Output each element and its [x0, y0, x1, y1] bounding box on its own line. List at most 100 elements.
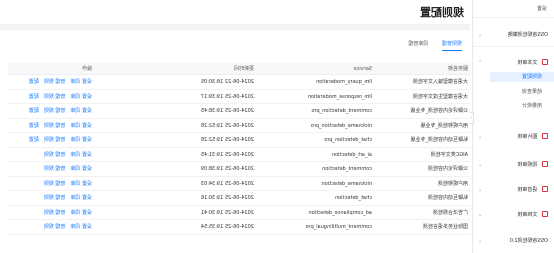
table-row: 大语言模型输入文字检测 llm_query_moderation 2024-06-2… — [8, 75, 470, 90]
row-action-link[interactable]: 设置 词库 — [70, 181, 92, 187]
table-row: 公聊评论内容检测 comment_detection 2024-06-25 19:3… — [8, 162, 470, 177]
column-header-updated: 更新时间 — [233, 66, 254, 72]
service-id-cell: ad_compliance_detection — [308, 209, 372, 216]
row-action-link[interactable]: 设置 词库 — [70, 108, 92, 114]
row-action-link[interactable]: 配置 — [29, 123, 39, 129]
service-name-cell: 广告法合规检测 — [432, 209, 468, 216]
row-action-link[interactable]: 设置 词库 — [70, 137, 92, 143]
actions-cell: 设置 词库管理 规则 — [8, 177, 92, 192]
chevron-down-icon: ⌄ — [478, 162, 483, 168]
table-row: AIGC类文字检测 ai_art_detection 2024-06-25 19:3… — [8, 147, 470, 163]
row-action-link[interactable]: 设置 词库 — [70, 166, 92, 172]
service-id-cell: llm_query_moderation — [316, 79, 372, 85]
sidebar-item-document-moderation[interactable]: 文档审核 ⌄ — [472, 208, 554, 222]
table-body: 大语言模型输入文字检测 llm_query_moderation 2024-06-2… — [8, 75, 470, 235]
row-action-link[interactable]: 设置 词库 — [70, 195, 92, 201]
row-action-link[interactable]: 设置 词库 — [70, 94, 92, 100]
table-row: 国际业务多语言检测 comment_multilingual_pro 2024-06… — [8, 220, 470, 235]
actions-cell: 设置 词库管理 规则 — [8, 220, 92, 235]
row-action-link[interactable]: 管理 规则 — [44, 137, 66, 143]
service-name-cell: 私聊互动内容检测 — [427, 195, 468, 201]
sidebar-divider — [472, 46, 554, 47]
row-action-link[interactable]: 管理 规则 — [44, 79, 66, 85]
updated-time-cell: 2024-06-25 19:30:16 — [200, 195, 254, 201]
row-action-link[interactable]: 管理 规则 — [44, 94, 66, 100]
chevron-down-icon: ⌄ — [478, 187, 483, 193]
updated-time-cell: 2024-06-25 19:38:45 — [200, 108, 254, 114]
row-action-link[interactable]: 管理 规则 — [44, 152, 66, 158]
actions-cell: 设置 词库管理 规则配置 — [8, 104, 92, 119]
actions-cell: 设置 词库管理 规则配置 — [8, 133, 92, 148]
chevron-up-icon: ⌃ — [478, 60, 483, 66]
actions-cell: 设置 词库管理 规则配置 — [8, 75, 92, 90]
service-name-cell: AIGC类文字检测 — [430, 151, 468, 158]
row-action-link[interactable]: 设置 词库 — [70, 123, 92, 129]
service-name-cell: 用户昵称检测_专业版 — [420, 122, 468, 129]
table-row: 公聊评论内容检测_专业版 comment_detection_pro 2024-06… — [8, 104, 470, 119]
row-action-link[interactable]: 管理 规则 — [44, 181, 66, 187]
service-id-cell: comment_detection_pro — [311, 108, 372, 114]
column-header-service: Service — [353, 66, 372, 72]
chevron-down-icon: ⌄ — [478, 32, 483, 38]
actions-cell: 设置 词库管理 规则 — [8, 191, 92, 206]
service-id-cell: nickname_detection_pro — [310, 122, 372, 129]
actions-cell: 设置 词库管理 规则 — [8, 162, 92, 177]
table-row: 大语言模型生成文字检测 llm_response_moderation 2024-0… — [8, 89, 470, 105]
service-id-cell: chat_detection — [334, 195, 372, 201]
column-header-name: 服务名称 — [447, 66, 468, 72]
sidebar-top-label: 设置 — [473, 0, 554, 18]
service-id-cell: nickname_detection — [321, 180, 373, 187]
updated-time-cell: 2024-06-25 19:34:03 — [200, 180, 254, 187]
service-id-cell: chat_detection_pro — [324, 137, 372, 143]
updated-time-cell: 2024-06-25 19:39:17 — [200, 93, 254, 100]
service-name-cell: 国际业务多语言检测 — [422, 224, 468, 230]
actions-cell: 设置 词库管理 规则配置 — [8, 90, 92, 105]
sidebar-item-text-moderation[interactable]: 文本审核 ⌃ — [472, 56, 554, 70]
updated-time-cell: 2024-06-25 19:35:54 — [200, 224, 254, 230]
tab-lexicon-management[interactable]: 词库管理 — [408, 38, 428, 50]
video-icon — [542, 161, 548, 167]
column-header-actions: 操作 — [81, 66, 92, 72]
row-action-link[interactable]: 管理 规则 — [44, 195, 66, 201]
row-action-link[interactable]: 管理 规则 — [44, 210, 66, 216]
row-action-link[interactable]: 管理 规则 — [44, 224, 66, 230]
row-action-link[interactable]: 设置 词库 — [70, 224, 92, 230]
chevron-down-icon: ⌄ — [478, 134, 483, 140]
tab-bar: 规则管理 词库管理 — [396, 38, 462, 52]
row-action-link[interactable]: 配置 — [29, 137, 39, 143]
sidebar-subitem-result-query[interactable]: 结果查询 — [522, 87, 542, 97]
sidebar-item-video-moderation[interactable]: 视频审核 ⌄ — [472, 158, 554, 172]
row-action-link[interactable]: 配置 — [29, 79, 39, 85]
row-action-link[interactable]: 配置 — [29, 94, 39, 100]
audio-icon — [542, 186, 548, 192]
service-id-cell: comment_multilingual_pro — [305, 224, 372, 230]
sidebar-item-image-moderation[interactable]: 图片审核 ⌄ — [472, 130, 554, 144]
service-table: 服务名称 Service 更新时间 操作 大语言模型输入文字检测 llm_quer… — [8, 63, 470, 235]
chevron-down-icon: ⌄ — [478, 212, 483, 218]
sidebar-subitem-rule-config[interactable]: 规则配置 — [490, 72, 554, 82]
service-name-cell: 大语言模型输入文字检测 — [412, 79, 468, 85]
service-id-cell: llm_response_moderation — [307, 93, 372, 100]
page-title: 规则配置 — [420, 6, 464, 19]
table-row: 私聊互动内容检测_专业版 chat_detection_pro 2024-06-25… — [8, 133, 470, 148]
row-action-link[interactable]: 设置 词库 — [70, 210, 92, 216]
row-action-link[interactable]: 管理 规则 — [44, 108, 66, 114]
sidebar-item-oss-detection-v2[interactable]: OSS违规检测2.0 ⌄ — [472, 234, 554, 248]
row-action-link[interactable]: 设置 词库 — [70, 79, 92, 85]
chevron-right-icon: › — [470, 115, 472, 121]
chevron-down-icon: ⌄ — [478, 238, 483, 244]
sidebar-item-oss-detection[interactable]: OSS违规检测策略 ⌄ — [472, 28, 554, 42]
actions-cell: 设置 词库管理 规则 — [8, 148, 92, 163]
row-action-link[interactable]: 管理 规则 — [44, 166, 66, 172]
row-action-link[interactable]: 设置 词库 — [70, 152, 92, 158]
sidebar-item-label: 文档审核 — [517, 212, 538, 218]
sidebar-subitem-usage-stats[interactable]: 用量统计 — [522, 101, 542, 111]
table-row: 广告法合规检测 ad_compliance_detection 2024-06-25… — [8, 205, 470, 220]
sidebar-item-audio-moderation[interactable]: 语音审核 ⌄ — [472, 183, 554, 197]
row-action-link[interactable]: 配置 — [29, 108, 39, 114]
tab-rule-management[interactable]: 规则管理 — [441, 38, 462, 51]
updated-time-cell: 2024-06-25 19:30:41 — [200, 209, 254, 216]
table-row: 用户昵称检测 nickname_detection 2024-06-25 19:34… — [8, 176, 470, 192]
row-action-link[interactable]: 管理 规则 — [44, 123, 66, 129]
sidebar-item-label: 语音审核 — [517, 187, 538, 193]
